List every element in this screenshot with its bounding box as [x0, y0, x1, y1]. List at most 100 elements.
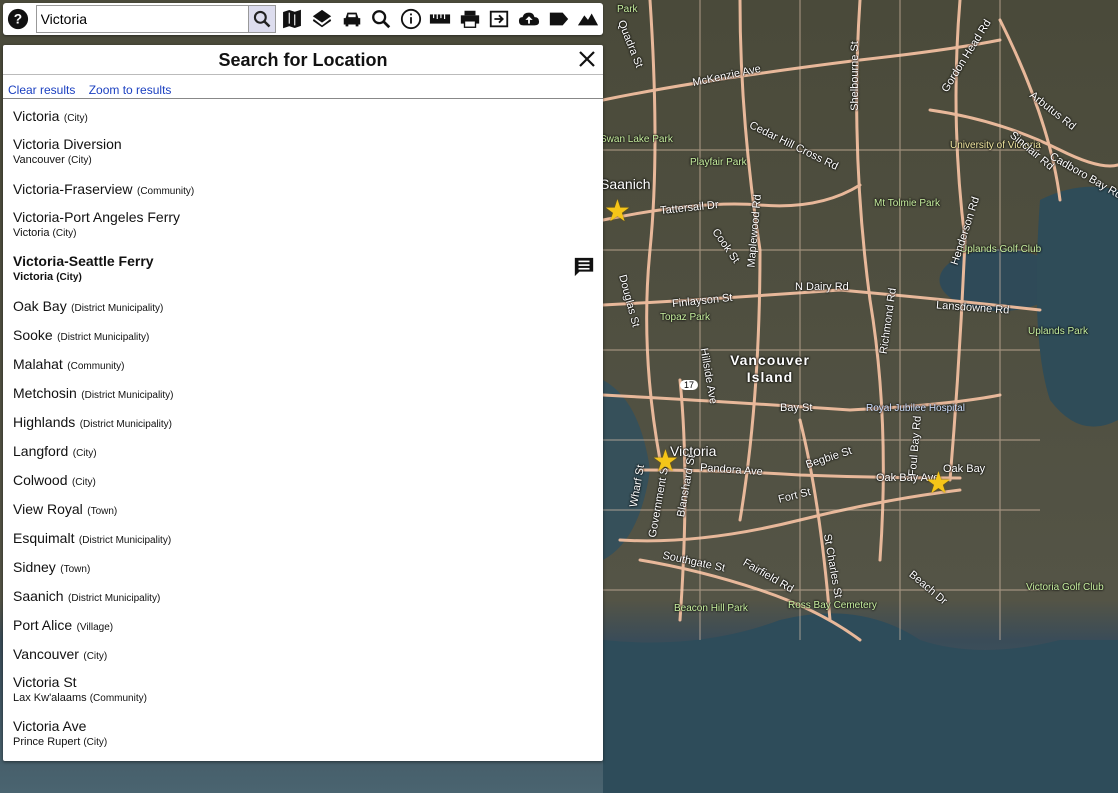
map-icon[interactable] — [278, 4, 308, 34]
result-item[interactable]: Highlands (District Municipality) — [13, 409, 603, 438]
result-name: Victoria-Port Angeles Ferry — [13, 209, 181, 225]
result-name: Highlands — [13, 414, 76, 430]
result-parent-type: (Community) — [89, 693, 147, 704]
panel-links: Clear results Zoom to results — [3, 79, 603, 99]
result-name: View Royal — [13, 501, 83, 517]
result-name: Metchosin — [13, 385, 77, 401]
toolbar: ? — [3, 3, 603, 35]
result-name: Oak Bay — [13, 298, 67, 314]
result-name: Malahat — [13, 356, 63, 372]
highway-shield: 17 — [680, 380, 699, 390]
measure-icon[interactable] — [425, 4, 455, 34]
map-label: Ross Bay Cemetery — [788, 600, 877, 611]
result-item[interactable]: Victoria Diversion Vancouver (City) — [13, 132, 603, 176]
result-name: Victoria Ave — [13, 718, 87, 734]
search-box — [35, 5, 276, 33]
result-item[interactable]: Port Alice (Village) — [13, 612, 603, 641]
result-item[interactable]: Victoria St Lax Kw'alaams (Community) — [13, 670, 603, 714]
result-name: Victoria-Seattle Ferry — [13, 253, 154, 269]
result-item[interactable]: Victoria Ave Prince Rupert (City) — [13, 714, 603, 758]
svg-text:?: ? — [14, 12, 22, 27]
result-type: (District Municipality) — [68, 593, 161, 604]
result-name: Victoria St — [13, 674, 77, 690]
info-icon[interactable] — [396, 4, 426, 34]
result-type: (District Municipality) — [57, 332, 150, 343]
result-name: Colwood — [13, 472, 68, 488]
result-name: Vancouver — [13, 646, 79, 662]
result-name: Port Alice — [13, 617, 73, 633]
results-list: Victoria (City) Victoria Diversion Vancouv… — [3, 99, 603, 758]
search-input[interactable] — [36, 8, 248, 30]
result-type: (District Municipality) — [78, 535, 172, 546]
result-type: (Town) — [60, 564, 91, 575]
result-item[interactable]: Victoria-Fraserview (Community) — [13, 176, 603, 205]
map-label: Topaz Park — [660, 312, 711, 323]
result-parent-name: Prince Rupert — [13, 736, 81, 748]
result-parent-type: (City) — [52, 228, 77, 239]
upload-icon[interactable] — [514, 4, 544, 34]
result-name: Sidney — [13, 559, 56, 575]
result-name: Victoria-Fraserview — [13, 181, 133, 197]
zoom-to-results-link[interactable]: Zoom to results — [89, 83, 172, 97]
result-item[interactable]: Metchosin (District Municipality) — [13, 380, 603, 409]
result-name: Langford — [13, 443, 69, 459]
terrain-icon[interactable] — [573, 4, 603, 34]
clear-results-link[interactable]: Clear results — [8, 83, 75, 97]
result-item[interactable]: View Royal (Town) — [13, 496, 603, 525]
comment-icon[interactable] — [573, 256, 595, 278]
close-icon[interactable] — [577, 49, 597, 69]
result-parent-name: Victoria — [13, 227, 50, 239]
search-icon[interactable] — [247, 6, 275, 32]
star-marker-icon[interactable]: ★ — [652, 447, 679, 477]
map-label: Saanich — [600, 176, 651, 192]
star-marker-icon[interactable]: ★ — [604, 197, 631, 227]
result-type: (District Municipality) — [79, 419, 172, 430]
result-item[interactable]: Sidney (Town) — [13, 554, 603, 583]
find-icon[interactable] — [366, 4, 396, 34]
result-item[interactable]: Malahat (Community) — [13, 351, 603, 380]
result-item[interactable]: Esquimalt (District Municipality) — [13, 525, 603, 554]
result-item[interactable]: Victoria-Port Angeles Ferry Victoria (Cit… — [13, 205, 603, 249]
result-parent-type: (City) — [83, 737, 108, 748]
result-type: (City) — [63, 113, 88, 124]
result-item[interactable]: Colwood (City) — [13, 467, 603, 496]
result-type: (Community) — [67, 361, 125, 372]
result-item[interactable]: Saanich (District Municipality) — [13, 583, 603, 612]
result-parent-type: (City) — [56, 272, 82, 283]
result-parent-name: Vancouver — [13, 154, 65, 166]
help-icon[interactable]: ? — [3, 4, 33, 34]
result-type: (Village) — [76, 622, 114, 633]
car-icon[interactable] — [337, 4, 367, 34]
map-label: Playfair Park — [690, 157, 747, 168]
result-item[interactable]: Victoria (City) — [13, 103, 603, 132]
star-marker-icon[interactable]: ★ — [925, 469, 952, 499]
map-label: Uplands Park — [1028, 326, 1089, 337]
map-label: Vancouver Island — [730, 352, 810, 385]
result-name: Victoria Diversion — [13, 136, 122, 152]
result-parent-name: Victoria — [13, 271, 54, 283]
panel-title: Search for Location — [218, 50, 388, 70]
map-label: Royal Jubilee Hospital — [866, 403, 965, 414]
result-name: Esquimalt — [13, 530, 75, 546]
map-label: University of Victoria — [950, 140, 1041, 151]
search-results-panel: Search for Location Clear results Zoom t… — [3, 45, 603, 761]
print-icon[interactable] — [455, 4, 485, 34]
result-type: (City) — [71, 477, 96, 488]
result-parent-type: (City) — [67, 155, 92, 166]
result-item[interactable]: Sooke (District Municipality) — [13, 322, 603, 351]
result-name: Victoria — [13, 108, 60, 124]
label-icon[interactable] — [544, 4, 574, 34]
result-name: Sooke — [13, 327, 53, 343]
map-label: Beacon Hill Park — [674, 603, 748, 614]
result-parent-name: Lax Kw'alaams — [13, 692, 87, 704]
result-item[interactable]: Oak Bay (District Municipality) — [13, 293, 603, 322]
result-item[interactable]: Vancouver (City) — [13, 641, 603, 670]
export-icon[interactable] — [485, 4, 515, 34]
result-name: Saanich — [13, 588, 64, 604]
result-item[interactable]: Langford (City) — [13, 438, 603, 467]
result-item[interactable]: Victoria-Seattle Ferry Victoria (City) — [13, 249, 603, 293]
layers-icon[interactable] — [307, 4, 337, 34]
map-label: Shelbourne St — [848, 41, 861, 111]
result-type: (City) — [72, 448, 97, 459]
map-label: Uplands Golf Club — [960, 244, 1042, 255]
